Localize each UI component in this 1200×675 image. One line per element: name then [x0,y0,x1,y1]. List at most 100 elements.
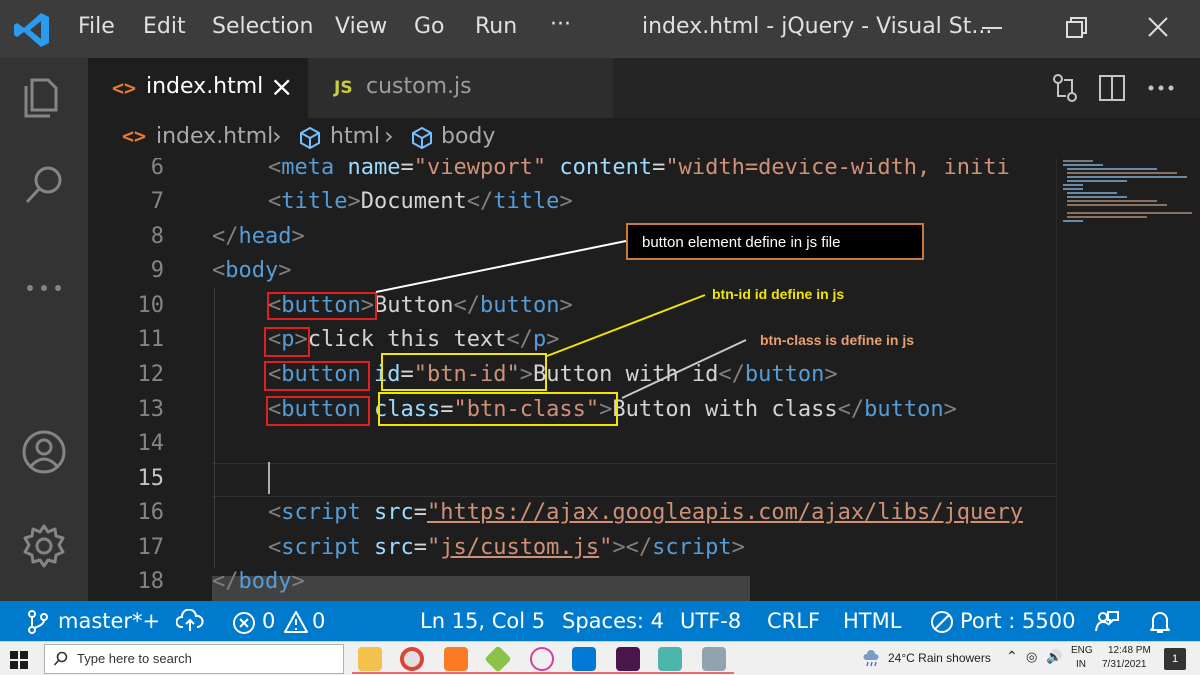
chevron-right-icon: › [384,122,394,150]
breadcrumb: <> index.html › html › body [88,118,1200,158]
split-editor-icon[interactable] [1098,74,1126,102]
encoding[interactable]: UTF-8 [680,609,741,633]
xampp-icon[interactable] [444,647,468,671]
breadcrumb-body[interactable]: body [441,124,495,149]
menu-view[interactable]: View [335,14,387,39]
vscode-taskbar-icon[interactable] [572,647,596,671]
search-placeholder: Type here to search [77,651,192,666]
annotation-yellow-box [381,353,547,391]
paint-icon[interactable] [702,647,726,671]
annotation-callout-box: button element define in js file [626,223,924,260]
language-indicator-top[interactable]: ENG [1071,645,1093,656]
chevron-right-icon: › [272,122,282,150]
git-branch-icon [28,610,48,634]
minimap-line [1067,180,1127,182]
minimap-line [1067,172,1177,174]
line-number: 12 [137,362,165,387]
line-number: 9 [150,258,164,283]
minimap-line [1067,200,1157,202]
windows-start-icon[interactable] [10,651,28,669]
minimap-line [1063,188,1083,190]
cursor-position[interactable]: Ln 15, Col 5 [420,609,545,633]
indent-guide [214,288,215,568]
clock-time[interactable]: 12:48 PM [1108,645,1151,656]
minimap-line [1067,196,1127,198]
chrome-icon[interactable] [400,647,424,671]
line-number: 10 [137,293,165,318]
warning-count[interactable]: 0 [312,609,325,633]
breadcrumb-file[interactable]: index.html [156,124,273,149]
menu-file[interactable]: File [78,14,115,39]
code-line-16: <script src="https://ajax.googleapis.com… [268,500,1023,525]
tab-close-icon[interactable]: × [270,70,293,103]
tab-custom-js[interactable]: JS custom.js [308,58,613,118]
code-line-9: <body> [212,258,292,283]
menu-selection[interactable]: Selection [212,14,313,39]
error-icon[interactable] [232,611,256,635]
annotation-red-box [267,292,377,320]
search-icon [53,651,68,666]
menu-run[interactable]: Run [475,14,517,39]
app-icon[interactable] [530,647,554,671]
breadcrumb-html[interactable]: html [330,124,380,149]
menu-go[interactable]: Go [414,14,445,39]
search-icon[interactable] [18,160,70,212]
app-icon[interactable] [484,645,512,673]
language-mode[interactable]: HTML [843,609,901,633]
menu-more[interactable]: ··· [550,12,571,37]
feedback-icon[interactable] [1094,609,1120,635]
git-branch[interactable]: master*+ [58,609,160,633]
end-of-line[interactable]: CRLF [767,609,820,633]
line-number: 7 [150,189,164,214]
minimap-line [1067,176,1187,178]
notifications-bell-icon[interactable] [1148,609,1172,635]
js-file-icon: JS [334,78,353,98]
line-number: 17 [137,535,165,560]
indentation[interactable]: Spaces: 4 [562,609,664,633]
error-count[interactable]: 0 [262,609,275,633]
language-indicator-bottom[interactable]: IN [1076,659,1086,670]
code-line-6: <meta name="viewport" content="width=dev… [268,158,1010,180]
code-line-11: <p>click this text</p> [268,327,560,352]
annotation-btn-id-note: btn-id id define in js [712,286,845,302]
tab-index-html[interactable]: <> index.html × [88,58,308,118]
html-file-icon: <> [112,76,137,100]
tab-label: custom.js [366,74,472,99]
restore-icon[interactable] [1056,10,1096,46]
notification-center-button[interactable]: 1 [1164,648,1186,670]
line-number: 16 [137,500,165,525]
sync-icon[interactable] [176,609,204,633]
warning-icon[interactable] [283,610,309,634]
account-icon[interactable] [18,426,70,478]
annotation-yellow-box [378,392,618,426]
close-window-icon[interactable] [1138,10,1178,46]
annotation-red-box [264,327,310,357]
explorer-icon[interactable] [18,70,70,122]
code-line-7: <title>Document</title> [268,189,573,214]
file-explorer-icon[interactable] [358,647,382,671]
minimap-line [1067,204,1167,206]
more-actions-icon[interactable] [1146,74,1176,102]
element-cube-icon [412,126,432,150]
menu-edit[interactable]: Edit [143,14,186,39]
live-server-port[interactable]: Port : 5500 [960,609,1076,633]
line-number: 13 [137,397,165,422]
tab-bar: <> index.html × JS custom.js [88,58,1200,118]
more-views-icon[interactable] [18,262,70,314]
settings-gear-icon[interactable] [18,520,70,572]
window-title: index.html - jQuery - Visual St... [642,14,993,39]
slack-icon[interactable] [616,647,640,671]
chevron-up-icon[interactable]: ⌃ [1006,648,1018,665]
taskbar-search-box[interactable]: Type here to search [44,644,344,674]
notepad-icon[interactable] [658,647,682,671]
minimize-icon[interactable] [972,10,1012,46]
volume-icon[interactable]: 🔊 [1046,649,1062,665]
open-changes-icon[interactable] [1050,72,1080,104]
minimap-line [1063,184,1083,186]
live-server-icon[interactable] [930,610,954,634]
weather-text[interactable]: 24°C Rain showers [888,651,991,665]
minimap[interactable] [1056,158,1200,601]
network-icon[interactable]: ◎ [1026,649,1037,665]
current-line-highlight [212,463,1056,497]
clock-date[interactable]: 7/31/2021 [1102,659,1147,670]
